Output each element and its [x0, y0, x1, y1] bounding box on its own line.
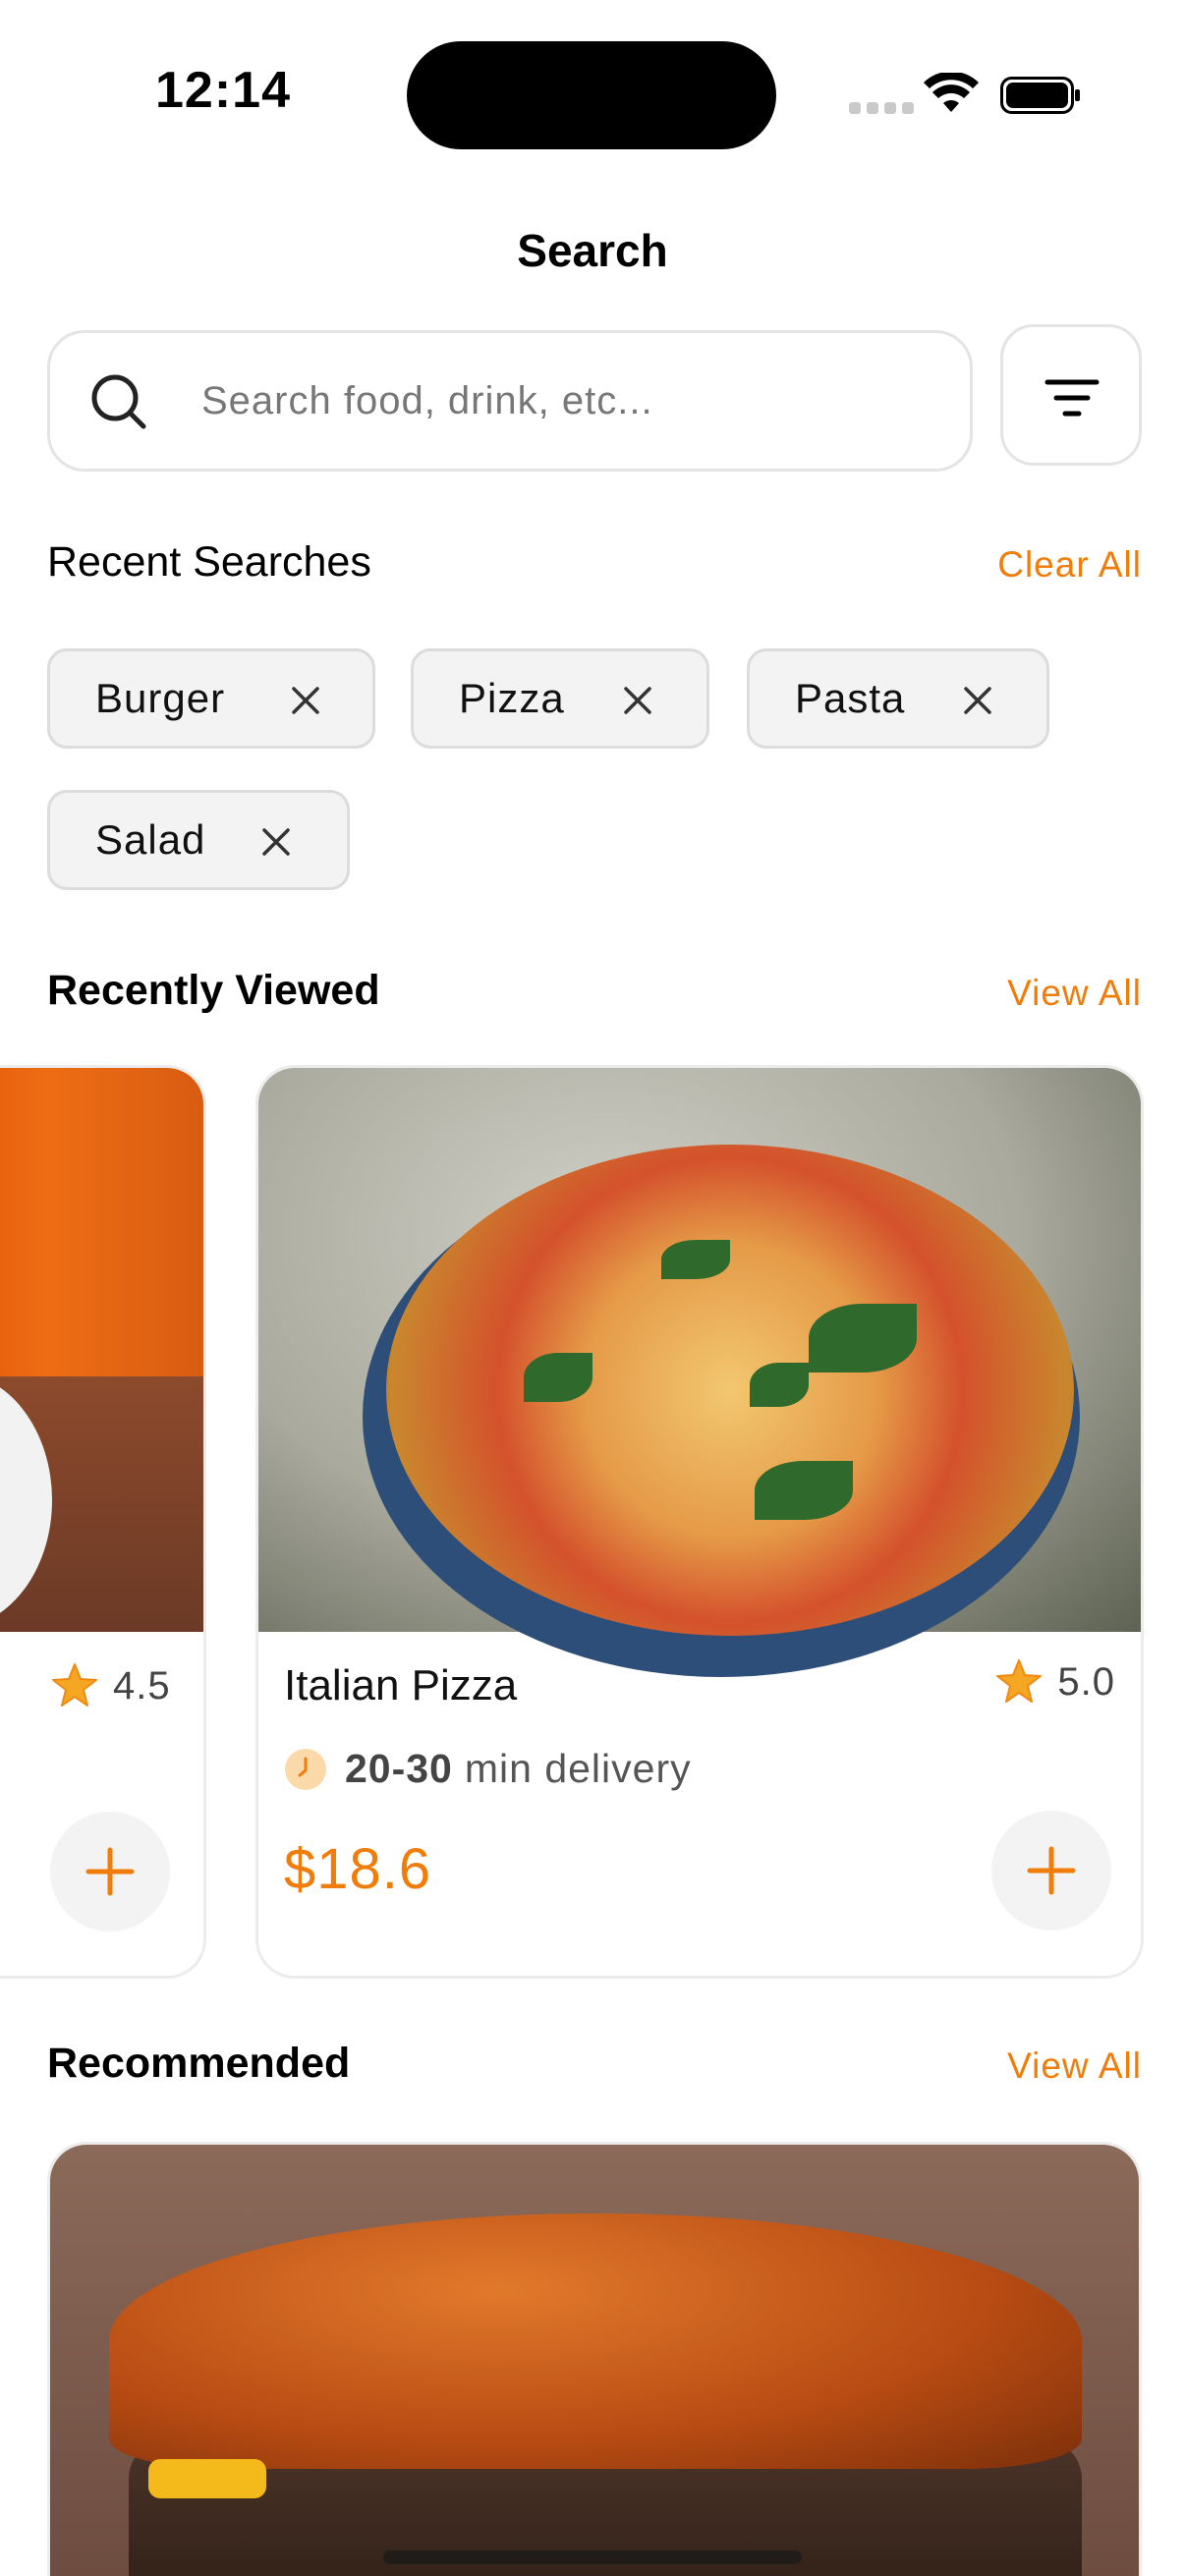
delivery-info: 20-30 min delivery — [284, 1746, 692, 1792]
wifi-icon — [924, 73, 979, 112]
recommended-view-all[interactable]: View All — [1007, 2045, 1142, 2087]
add-to-cart-button[interactable] — [50, 1812, 170, 1932]
recently-viewed-view-all[interactable]: View All — [1007, 973, 1142, 1014]
filter-icon — [1044, 379, 1100, 417]
close-icon[interactable] — [290, 685, 321, 716]
food-image — [258, 1068, 1141, 1677]
food-card-italian-pizza[interactable]: Italian Pizza 5.0 20-30 min delivery $18… — [255, 1065, 1144, 1979]
close-icon[interactable] — [260, 826, 292, 858]
food-image — [50, 2145, 1139, 2576]
recommended-title: Recommended — [47, 2040, 351, 2087]
plus-icon — [1027, 1846, 1076, 1895]
filter-button[interactable] — [1000, 324, 1142, 466]
recently-viewed-title: Recently Viewed — [47, 967, 380, 1014]
food-card-partial[interactable]: 4.5 — [0, 1065, 206, 1979]
add-to-cart-button[interactable] — [991, 1811, 1111, 1931]
star-icon — [996, 1659, 1043, 1703]
close-icon[interactable] — [622, 685, 653, 716]
recent-chip-pizza[interactable]: Pizza — [411, 648, 709, 749]
page-title: Search — [517, 225, 668, 276]
search-box[interactable] — [47, 330, 973, 472]
battery-icon — [1000, 77, 1080, 114]
food-price: $18.6 — [284, 1837, 432, 1901]
chip-label: Salad — [95, 816, 206, 863]
status-time: 12:14 — [155, 62, 291, 119]
clear-all-button[interactable]: Clear All — [997, 544, 1142, 586]
star-icon — [52, 1663, 97, 1707]
chip-label: Pizza — [459, 675, 565, 721]
chip-label: Pasta — [795, 675, 906, 721]
search-input[interactable] — [201, 368, 929, 433]
home-indicator — [383, 2550, 802, 2564]
clock-icon — [285, 1748, 326, 1790]
chip-label: Burger — [95, 675, 226, 721]
food-name: Italian Pizza — [284, 1661, 518, 1709]
plus-icon — [85, 1847, 135, 1896]
rating-value: 5.0 — [1057, 1659, 1115, 1704]
recent-chip-burger[interactable]: Burger — [47, 648, 375, 749]
food-rating: 4.5 — [50, 1661, 171, 1710]
recent-chip-salad[interactable]: Salad — [47, 790, 350, 890]
delivery-label: min delivery — [464, 1746, 692, 1791]
close-icon[interactable] — [962, 685, 993, 716]
recent-chip-pasta[interactable]: Pasta — [747, 648, 1049, 749]
recent-searches-title: Recent Searches — [47, 538, 371, 586]
recommended-card[interactable] — [47, 2142, 1142, 2576]
food-image — [0, 1068, 203, 1632]
rating-value: 4.5 — [113, 1663, 171, 1708]
dynamic-island — [407, 41, 776, 149]
delivery-time: 20-30 — [345, 1746, 453, 1791]
food-rating: 5.0 — [994, 1657, 1115, 1707]
search-icon — [91, 374, 146, 429]
cellular-signal-icon — [849, 102, 914, 114]
